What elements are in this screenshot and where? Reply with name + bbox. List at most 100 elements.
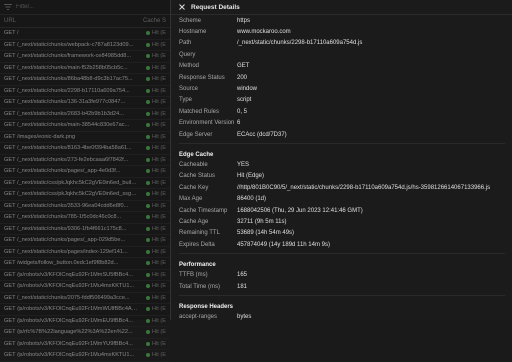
panel-header: Request Details: [171, 0, 512, 15]
table-row[interactable]: GET /_next/static/chunks/framework-ce849…: [0, 51, 170, 63]
status-dot-icon: [146, 249, 151, 254]
cache-status-text: Hit (E: [152, 76, 166, 83]
table-row[interactable]: GET /_next/static/chunks/main-38544c830e…: [0, 120, 170, 132]
table-row[interactable]: GET /js/robots/v3/KFOlCnqEu92Fr1MmYU9fBB…: [0, 339, 170, 350]
table-row[interactable]: GET /_next/static/chunks/273-fe2ebcaaa6f…: [0, 155, 170, 166]
table-row[interactable]: GET /images/eonic-dark.png Hit (E: [0, 132, 170, 143]
detail-row: Response Status 200: [171, 72, 512, 83]
table-row[interactable]: GET /js/robots/v3/KFOlCnqEu92Fr1MmWUlfBB…: [0, 304, 170, 316]
table-row[interactable]: GET /_next/static/chunks/main-f52b258b05…: [0, 63, 170, 74]
cache-status: Hit (E: [138, 260, 170, 266]
detail-row: Edge Server ECAcc (dcd/7D37): [171, 129, 512, 140]
detail-value: 200: [237, 74, 248, 81]
table-row[interactable]: GET /_next/static/chunks/2075-fddf506499…: [0, 293, 170, 304]
table-row[interactable]: GET /js/rfc%7B%22language%22%3A%22en%22.…: [0, 327, 170, 339]
cache-status-text: Hit (E: [152, 294, 166, 301]
table-row[interactable]: GET /js/robots/v3/KFOlCnqEu92Fr1Mu4mxKKT…: [0, 281, 170, 293]
table-row[interactable]: GET /_next/static/chunks/785-1f5c0dc46c0…: [0, 212, 170, 224]
request-url: GET /_next/static/chunks/2298-b17110a609…: [4, 87, 130, 94]
table-row[interactable]: GET /_next/static/chunks/3533-96ea04cdd6…: [0, 201, 170, 212]
cache-status-text: Hit (E: [152, 87, 166, 94]
detail-row: Method GET: [171, 61, 512, 72]
filter-bar: [0, 0, 170, 15]
cache-status-column-header[interactable]: Cache S: [136, 18, 170, 24]
cache-status-text: Hit (E: [152, 214, 166, 221]
status-dot-icon: [146, 180, 151, 185]
status-dot-icon: [146, 353, 151, 358]
table-row[interactable]: GET /_next/static/chunks/86ba48b8-d9c3b1…: [0, 74, 170, 86]
request-url: GET /js/robots/v3/KFOlCnqEu92Fr1MmWUlfBB…: [4, 306, 138, 313]
table-row[interactable]: GET /js/robots/v3/KFOlCnqEu92Fr1MmEU9fBB…: [0, 316, 170, 327]
cache-status-text: Hit (E: [152, 191, 166, 198]
cache-status: Hit (E: [138, 76, 170, 82]
detail-row: Max Age 86400 (1d): [171, 193, 512, 204]
table-row[interactable]: GET /_next/static/chunks/9306-1fb4f661c1…: [0, 224, 170, 235]
detail-value: YES: [237, 161, 250, 168]
detail-row: Path /_next/static/chunks/2298-b17110a609…: [171, 38, 512, 49]
detail-row: accept-ranges bytes: [171, 311, 512, 322]
table-row[interactable]: GET / Hit (E: [0, 28, 170, 40]
status-dot-icon: [146, 77, 151, 82]
cache-status-text: Hit (E: [152, 110, 166, 117]
status-dot-icon: [146, 215, 151, 220]
request-url: GET /_next/static/chunks/273-fe2ebcaaa6f…: [4, 156, 129, 163]
general-section: Scheme https Hostname www.mockaroo.com Path /…: [171, 15, 512, 140]
table-row[interactable]: GET /_next/static/chunks/pages/_app-4e0d…: [0, 166, 170, 178]
table-row[interactable]: GET /_next/static/chunks/2683-b42b9b1b3d…: [0, 109, 170, 120]
detail-row: Expires Delta 457874049 (14y 189d 11h 14m…: [171, 239, 512, 250]
status-dot-icon: [146, 192, 151, 197]
detail-key: Cache Status: [179, 173, 216, 180]
cache-status: Hit (E: [138, 157, 170, 163]
request-url: GET /widgets/follow_button.0edc1ef9f8b82…: [4, 260, 119, 267]
detail-key: Max Age: [179, 196, 203, 203]
detail-row: TTFB (ms) 165: [171, 269, 512, 280]
request-url: GET /_next/static/chunks/pages/_app-4e0d…: [4, 168, 121, 175]
edge-cache-section: Cacheable YES Cache Status Hit (Edge) Cache …: [171, 159, 512, 250]
close-icon[interactable]: [177, 2, 187, 12]
cache-status-text: Hit (E: [152, 122, 166, 129]
table-row[interactable]: GET /_next/static/chunks/webpack-c787a81…: [0, 40, 170, 51]
filter-input[interactable]: [16, 4, 76, 10]
cache-status: Hit (E: [138, 318, 170, 324]
request-url: GET /_next/static/chunks/main-38544c830e…: [4, 122, 130, 129]
detail-key: Response Status: [179, 74, 225, 81]
cache-status: Hit (E: [138, 168, 170, 174]
detail-value: Hit (Edge): [237, 173, 265, 180]
cache-status: Hit (E: [138, 341, 170, 347]
status-dot-icon: [146, 65, 151, 70]
cache-status-text: Hit (E: [152, 145, 166, 152]
table-row[interactable]: GET /_next/static/chunks/8163-4be0f394ba…: [0, 143, 170, 155]
cache-status-text: Hit (E: [152, 352, 166, 359]
cache-status: Hit (E: [138, 214, 170, 220]
detail-key: Type: [179, 97, 193, 104]
detail-row: Environment Version 6: [171, 118, 512, 129]
url-column-header[interactable]: URL: [4, 18, 136, 24]
cache-status-text: Hit (E: [152, 260, 166, 267]
request-url: GET /_next/static/chunks/9306-1fb4f661c1…: [4, 225, 127, 232]
table-row[interactable]: GET /_next/static/css/pkJqkhc5kC2gVE0in6…: [0, 189, 170, 201]
table-row[interactable]: GET /widgets/follow_button.0edc1ef9f8b82…: [0, 258, 170, 270]
table-row[interactable]: GET /js/robots/v3/KFOlCnqEu92Fr1Mu4mxKKT…: [0, 350, 170, 362]
request-url: GET /_next/static/chunks/pages/_app-029d…: [4, 237, 126, 244]
cache-status: Hit (E: [138, 237, 170, 243]
detail-row: Scheme https: [171, 15, 512, 26]
cache-status: Hit (E: [138, 134, 170, 140]
cache-status: Hit (E: [138, 65, 170, 71]
request-url: GET /js/robots/v3/KFOlCnqEu92Fr1MmYU9fBB…: [4, 340, 133, 347]
table-row[interactable]: GET /_next/static/chunks/pages/_app-029d…: [0, 235, 170, 247]
detail-value: www.mockaroo.com: [237, 29, 291, 36]
cache-status: Hit (E: [138, 352, 170, 358]
detail-value: window: [237, 86, 258, 93]
cache-status-text: Hit (E: [152, 133, 166, 140]
detail-value: 457874049 (14y 189d 11h 14m 9s): [237, 241, 330, 248]
status-dot-icon: [146, 330, 151, 335]
table-row[interactable]: GET /_next/static/chunks/2298-b17110a609…: [0, 86, 170, 97]
table-row[interactable]: GET /js/robots/v3/KFOlCnqEu92Fr1MmSU5fBB…: [0, 270, 170, 281]
request-url: GET /_next/static/chunks/main-f52b258b05…: [4, 64, 128, 71]
table-row[interactable]: GET /_next/static/css/pkJqkhc5kC2gVE0in6…: [0, 178, 170, 189]
cache-status-text: Hit (E: [152, 271, 166, 278]
table-row[interactable]: GET /_next/static/chunks/136-31a3fe977c0…: [0, 97, 170, 109]
detail-value: /_next/static/chunks/2298-b17110a609a754…: [237, 40, 363, 47]
table-row[interactable]: GET /_next/static/chunks/pages/index-129…: [0, 247, 170, 258]
request-url: GET /_next/static/chunks/3533-96ea04cdd6…: [4, 202, 129, 209]
